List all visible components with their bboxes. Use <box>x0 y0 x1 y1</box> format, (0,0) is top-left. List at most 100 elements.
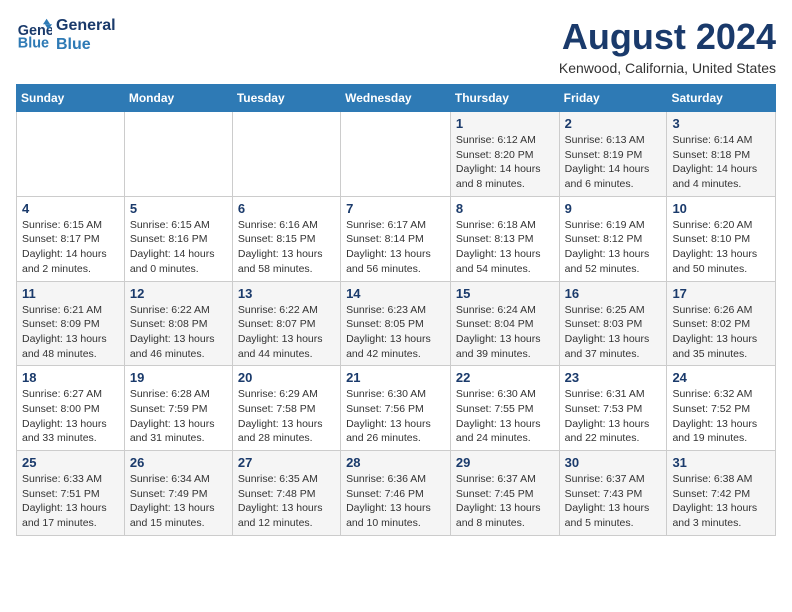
day-number: 2 <box>565 116 662 131</box>
day-info: Sunrise: 6:33 AMSunset: 7:51 PMDaylight:… <box>22 472 119 531</box>
day-number: 25 <box>22 455 119 470</box>
subtitle: Kenwood, California, United States <box>559 60 776 76</box>
day-cell: 20Sunrise: 6:29 AMSunset: 7:58 PMDayligh… <box>232 366 340 451</box>
day-cell: 19 Sunrise: 6:28 AMSunset: 7:59 PMDayligh… <box>124 366 232 451</box>
day-info: Sunrise: 6:15 AMSunset: 8:17 PMDaylight:… <box>22 218 119 277</box>
header-tuesday: Tuesday <box>232 85 340 112</box>
header-monday: Monday <box>124 85 232 112</box>
day-info: Sunrise: 6:37 AMSunset: 7:45 PMDaylight:… <box>456 472 554 531</box>
day-number: 10 <box>672 201 770 216</box>
day-info: Sunrise: 6:20 AMSunset: 8:10 PMDaylight:… <box>672 218 770 277</box>
day-number: 15 <box>456 286 554 301</box>
day-number: 14 <box>346 286 445 301</box>
calendar-table: SundayMondayTuesdayWednesdayThursdayFrid… <box>16 84 776 536</box>
day-number: 19 <box>130 370 227 385</box>
day-info: Sunrise: 6:38 AMSunset: 7:42 PMDaylight:… <box>672 472 770 531</box>
day-number: 28 <box>346 455 445 470</box>
day-cell: 18 Sunrise: 6:27 AMSunset: 8:00 PMDayligh… <box>17 366 125 451</box>
day-number: 1 <box>456 116 554 131</box>
day-info: Sunrise: 6:37 AMSunset: 7:43 PMDaylight:… <box>565 472 662 531</box>
day-info: Sunrise: 6:25 AMSunset: 8:03 PMDaylight:… <box>565 303 662 362</box>
day-number: 20 <box>238 370 335 385</box>
day-number: 8 <box>456 201 554 216</box>
day-number: 9 <box>565 201 662 216</box>
day-cell: 2 Sunrise: 6:13 AMSunset: 8:19 PMDaylight… <box>559 112 667 197</box>
day-cell: 25 Sunrise: 6:33 AMSunset: 7:51 PMDayligh… <box>17 451 125 536</box>
day-info: Sunrise: 6:36 AMSunset: 7:46 PMDaylight:… <box>346 472 445 531</box>
day-number: 12 <box>130 286 227 301</box>
day-info: Sunrise: 6:30 AMSunset: 7:56 PMDaylight:… <box>346 387 445 446</box>
day-cell: 24 Sunrise: 6:32 AMSunset: 7:52 PMDayligh… <box>667 366 776 451</box>
day-info: Sunrise: 6:34 AMSunset: 7:49 PMDaylight:… <box>130 472 227 531</box>
day-info: Sunrise: 6:31 AMSunset: 7:53 PMDaylight:… <box>565 387 662 446</box>
day-info: Sunrise: 6:14 AMSunset: 8:18 PMDaylight:… <box>672 133 770 192</box>
day-number: 3 <box>672 116 770 131</box>
header-thursday: Thursday <box>450 85 559 112</box>
day-info: Sunrise: 6:18 AMSunset: 8:13 PMDaylight:… <box>456 218 554 277</box>
day-number: 17 <box>672 286 770 301</box>
day-cell: 17Sunrise: 6:26 AMSunset: 8:02 PMDayligh… <box>667 281 776 366</box>
day-number: 29 <box>456 455 554 470</box>
day-number: 21 <box>346 370 445 385</box>
day-number: 11 <box>22 286 119 301</box>
day-cell: 28 Sunrise: 6:36 AMSunset: 7:46 PMDayligh… <box>341 451 451 536</box>
day-cell: 7 Sunrise: 6:17 AMSunset: 8:14 PMDaylight… <box>341 196 451 281</box>
day-cell: 11Sunrise: 6:21 AMSunset: 8:09 PMDayligh… <box>17 281 125 366</box>
day-info: Sunrise: 6:27 AMSunset: 8:00 PMDaylight:… <box>22 387 119 446</box>
day-number: 4 <box>22 201 119 216</box>
week-row-4: 18 Sunrise: 6:27 AMSunset: 8:00 PMDayligh… <box>17 366 776 451</box>
header-saturday: Saturday <box>667 85 776 112</box>
day-info: Sunrise: 6:24 AMSunset: 8:04 PMDaylight:… <box>456 303 554 362</box>
day-number: 27 <box>238 455 335 470</box>
day-number: 30 <box>565 455 662 470</box>
header-sunday: Sunday <box>17 85 125 112</box>
day-number: 22 <box>456 370 554 385</box>
day-cell: 14 Sunrise: 6:23 AMSunset: 8:05 PMDayligh… <box>341 281 451 366</box>
day-number: 16 <box>565 286 662 301</box>
day-cell: 23 Sunrise: 6:31 AMSunset: 7:53 PMDayligh… <box>559 366 667 451</box>
day-cell: 1 Sunrise: 6:12 AMSunset: 8:20 PMDaylight… <box>450 112 559 197</box>
day-info: Sunrise: 6:22 AMSunset: 8:08 PMDaylight:… <box>130 303 227 362</box>
day-cell <box>232 112 340 197</box>
day-info: Sunrise: 6:15 AMSunset: 8:16 PMDaylight:… <box>130 218 227 277</box>
week-row-3: 11Sunrise: 6:21 AMSunset: 8:09 PMDayligh… <box>17 281 776 366</box>
main-title: August 2024 <box>559 16 776 58</box>
day-number: 13 <box>238 286 335 301</box>
day-number: 7 <box>346 201 445 216</box>
day-info: Sunrise: 6:17 AMSunset: 8:14 PMDaylight:… <box>346 218 445 277</box>
day-cell: 16 Sunrise: 6:25 AMSunset: 8:03 PMDayligh… <box>559 281 667 366</box>
day-cell: 9Sunrise: 6:19 AMSunset: 8:12 PMDaylight… <box>559 196 667 281</box>
day-info: Sunrise: 6:28 AMSunset: 7:59 PMDaylight:… <box>130 387 227 446</box>
day-cell: 6Sunrise: 6:16 AMSunset: 8:15 PMDaylight… <box>232 196 340 281</box>
day-info: Sunrise: 6:23 AMSunset: 8:05 PMDaylight:… <box>346 303 445 362</box>
day-cell: 21 Sunrise: 6:30 AMSunset: 7:56 PMDayligh… <box>341 366 451 451</box>
day-number: 18 <box>22 370 119 385</box>
day-cell <box>341 112 451 197</box>
day-cell: 26 Sunrise: 6:34 AMSunset: 7:49 PMDayligh… <box>124 451 232 536</box>
day-info: Sunrise: 6:35 AMSunset: 7:48 PMDaylight:… <box>238 472 335 531</box>
day-info: Sunrise: 6:13 AMSunset: 8:19 PMDaylight:… <box>565 133 662 192</box>
day-cell: 15 Sunrise: 6:24 AMSunset: 8:04 PMDayligh… <box>450 281 559 366</box>
day-cell <box>17 112 125 197</box>
day-cell: 12 Sunrise: 6:22 AMSunset: 8:08 PMDayligh… <box>124 281 232 366</box>
day-number: 31 <box>672 455 770 470</box>
day-info: Sunrise: 6:30 AMSunset: 7:55 PMDaylight:… <box>456 387 554 446</box>
week-row-1: 1 Sunrise: 6:12 AMSunset: 8:20 PMDaylight… <box>17 112 776 197</box>
day-cell: 31 Sunrise: 6:38 AMSunset: 7:42 PMDayligh… <box>667 451 776 536</box>
day-number: 24 <box>672 370 770 385</box>
calendar-header-row: SundayMondayTuesdayWednesdayThursdayFrid… <box>17 85 776 112</box>
day-info: Sunrise: 6:22 AMSunset: 8:07 PMDaylight:… <box>238 303 335 362</box>
page-header: General Blue General Blue August 2024 Ke… <box>16 16 776 76</box>
day-number: 26 <box>130 455 227 470</box>
day-info: Sunrise: 6:32 AMSunset: 7:52 PMDaylight:… <box>672 387 770 446</box>
header-wednesday: Wednesday <box>341 85 451 112</box>
day-info: Sunrise: 6:12 AMSunset: 8:20 PMDaylight:… <box>456 133 554 192</box>
header-friday: Friday <box>559 85 667 112</box>
svg-text:Blue: Blue <box>18 36 49 52</box>
day-number: 23 <box>565 370 662 385</box>
day-cell: 22 Sunrise: 6:30 AMSunset: 7:55 PMDayligh… <box>450 366 559 451</box>
day-cell: 4 Sunrise: 6:15 AMSunset: 8:17 PMDaylight… <box>17 196 125 281</box>
day-cell: 5Sunrise: 6:15 AMSunset: 8:16 PMDaylight… <box>124 196 232 281</box>
day-number: 6 <box>238 201 335 216</box>
logo: General Blue General Blue <box>16 16 116 54</box>
